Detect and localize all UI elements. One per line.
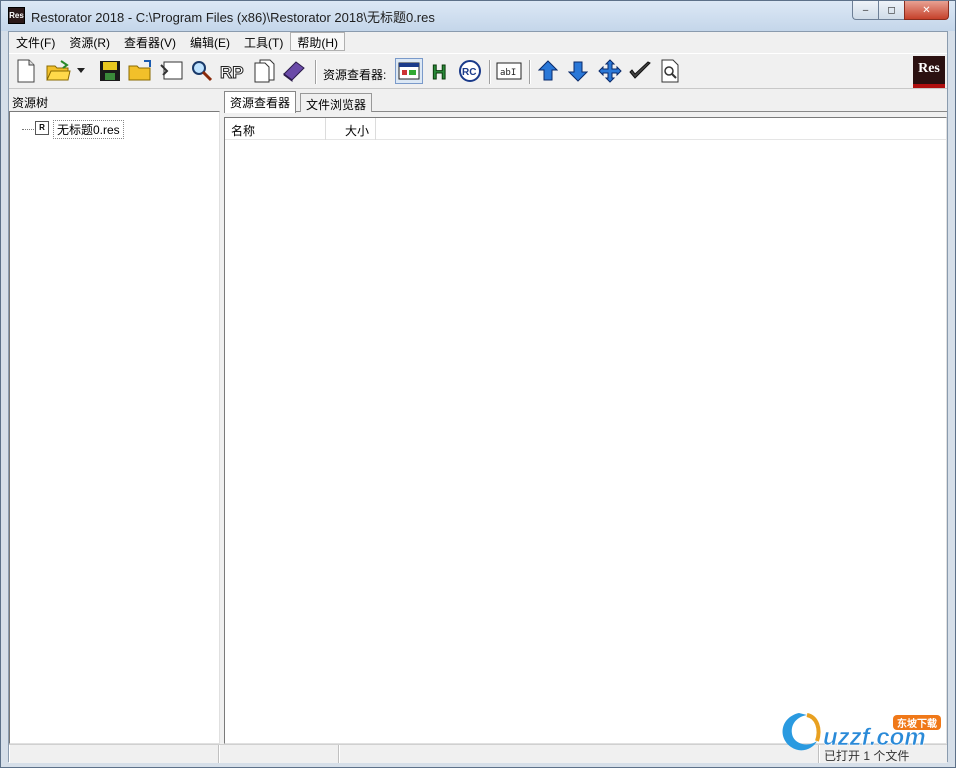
status-cell-3 [339, 745, 819, 763]
app-window: Res Restorator 2018 - C:\Program Files (… [0, 0, 956, 768]
menu-bar: 文件(F) 资源(R) 查看器(V) 编辑(E) 工具(T) 帮助(H) [9, 32, 947, 51]
tree-connector [22, 129, 36, 130]
menu-viewer[interactable]: 查看器(V) [117, 32, 183, 51]
column-name[interactable]: 名称 [225, 118, 326, 140]
help-book-icon[interactable] [281, 58, 307, 84]
search-icon[interactable] [189, 58, 215, 84]
toolbar-separator [489, 60, 491, 84]
toolbar: RP 资源查看器: H RC abI Res [9, 53, 947, 89]
app-icon[interactable]: Res [8, 7, 25, 24]
find-in-file-icon[interactable] [657, 58, 683, 84]
copy-pages-icon[interactable] [251, 58, 277, 84]
resource-tree[interactable]: R 无标题0.res [9, 111, 220, 744]
checkmark-icon[interactable] [627, 58, 653, 84]
client-area: 文件(F) 资源(R) 查看器(V) 编辑(E) 工具(T) 帮助(H) RP … [8, 31, 948, 763]
tree-root-node[interactable]: 无标题0.res [53, 120, 124, 139]
res-logo: Res [913, 56, 945, 88]
status-cell-2 [219, 745, 339, 763]
open-dropdown-chevron-icon[interactable] [75, 58, 87, 84]
arrow-down-icon[interactable] [565, 58, 591, 84]
tab-file-browser[interactable]: 文件浏览器 [300, 93, 373, 112]
resource-tree-header: 资源树 [12, 96, 49, 110]
resource-folder-icon[interactable] [159, 58, 185, 84]
viewer-tabs: 资源查看器 文件浏览器 [224, 91, 947, 113]
list-header: 名称 大小 [225, 118, 946, 140]
uzzf-watermark: uzzf.com 东坡下载 [773, 707, 949, 763]
column-size[interactable]: 大小 [326, 118, 376, 140]
maximize-button[interactable]: ◻ [878, 1, 904, 20]
svg-text:abI: abI [500, 68, 516, 78]
menu-file[interactable]: 文件(F) [9, 32, 62, 51]
resource-list[interactable]: 名称 大小 [224, 117, 947, 744]
window-title: Restorator 2018 - C:\Program Files (x86)… [31, 10, 435, 25]
move-arrows-icon[interactable] [597, 58, 623, 84]
menu-resource[interactable]: 资源(R) [62, 32, 117, 51]
hex-viewer-icon[interactable]: H [427, 58, 453, 84]
uzzf-logo-icon: uzzf.com 东坡下载 [782, 713, 941, 751]
binary-viewer-icon[interactable]: abI [495, 58, 523, 84]
res-file-icon: R [35, 121, 49, 135]
tab-resource-viewer[interactable]: 资源查看器 [224, 91, 297, 113]
resource-viewer-icon[interactable] [395, 58, 423, 84]
svg-text:RP: RP [220, 63, 244, 82]
save-folder-icon[interactable] [127, 58, 153, 84]
rc-viewer-icon[interactable]: RC [457, 58, 483, 84]
watermark-tag: 东坡下载 [897, 717, 937, 730]
caption-buttons: ‒ ◻ ✕ [852, 1, 949, 20]
rp-icon[interactable]: RP [219, 58, 245, 84]
save-icon[interactable] [97, 58, 123, 84]
menu-edit[interactable]: 编辑(E) [183, 32, 237, 51]
open-folder-icon[interactable] [45, 58, 71, 84]
close-button[interactable]: ✕ [904, 1, 949, 20]
title-bar[interactable]: Res Restorator 2018 - C:\Program Files (… [1, 1, 955, 31]
status-cell-1 [9, 745, 219, 763]
arrow-up-icon[interactable] [535, 58, 561, 84]
toolbar-separator [529, 60, 531, 84]
new-file-icon[interactable] [13, 58, 39, 84]
toolbar-separator [315, 60, 317, 84]
viewer-label: 资源查看器: [323, 68, 387, 82]
svg-text:H: H [432, 62, 446, 82]
svg-text:RC: RC [462, 67, 476, 78]
minimize-button[interactable]: ‒ [852, 1, 878, 20]
menu-tools[interactable]: 工具(T) [237, 32, 290, 51]
menu-help[interactable]: 帮助(H) [290, 32, 345, 51]
